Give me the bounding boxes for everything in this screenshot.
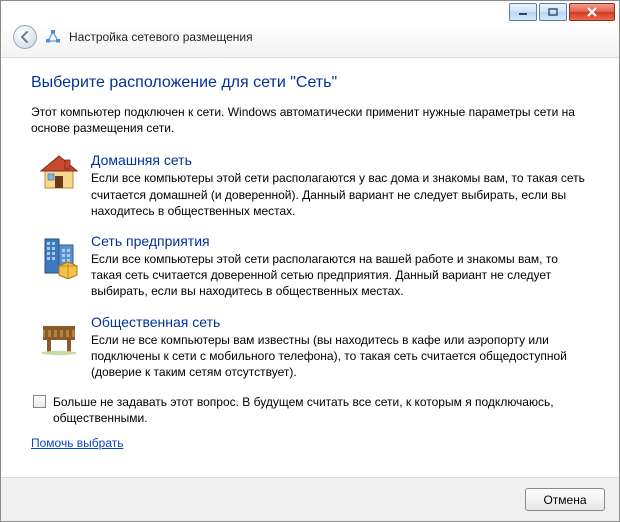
public-icon [35,314,83,381]
content-area: Выберите расположение для сети "Сеть" Эт… [1,58,619,477]
option-public-text: Общественная сеть Если не все компьютеры… [83,314,589,381]
close-icon [586,7,598,17]
network-center-icon [45,29,61,45]
page-heading: Выберите расположение для сети "Сеть" [31,74,589,92]
checkbox-label: Больше не задавать этот вопрос. В будуще… [53,394,589,426]
cancel-button[interactable]: Отмена [525,488,605,511]
help-link[interactable]: Помочь выбрать [31,436,124,450]
window: Настройка сетевого размещения Выберите р… [0,0,620,522]
network-options: Домашняя сеть Если все компьютеры этой с… [35,146,589,388]
option-public-network[interactable]: Общественная сеть Если не все компьютеры… [35,308,589,389]
window-title: Настройка сетевого размещения [69,30,253,44]
caption-bar [1,1,619,21]
option-title: Сеть предприятия [91,233,589,249]
close-button[interactable] [569,3,615,21]
option-title: Общественная сеть [91,314,589,330]
option-work-network[interactable]: Сеть предприятия Если все компьютеры это… [35,227,589,308]
intro-text: Этот компьютер подключен к сети. Windows… [31,104,589,136]
checkbox-icon[interactable] [33,395,46,408]
work-icon [35,233,83,300]
option-title: Домашняя сеть [91,152,589,168]
back-arrow-icon [18,30,32,44]
maximize-icon [548,8,558,16]
dont-ask-checkbox-row[interactable]: Больше не задавать этот вопрос. В будуще… [33,394,589,426]
maximize-button[interactable] [539,3,567,21]
home-icon [35,152,83,219]
footer: Отмена [1,477,619,521]
option-desc: Если все компьютеры этой сети располагаю… [91,251,589,300]
back-button[interactable] [13,25,37,49]
option-home-network[interactable]: Домашняя сеть Если все компьютеры этой с… [35,146,589,227]
header-bar: Настройка сетевого размещения [1,21,619,58]
option-desc: Если не все компьютеры вам известны (вы … [91,332,589,381]
option-desc: Если все компьютеры этой сети располагаю… [91,170,589,219]
minimize-icon [518,8,528,16]
option-home-text: Домашняя сеть Если все компьютеры этой с… [83,152,589,219]
minimize-button[interactable] [509,3,537,21]
option-work-text: Сеть предприятия Если все компьютеры это… [83,233,589,300]
